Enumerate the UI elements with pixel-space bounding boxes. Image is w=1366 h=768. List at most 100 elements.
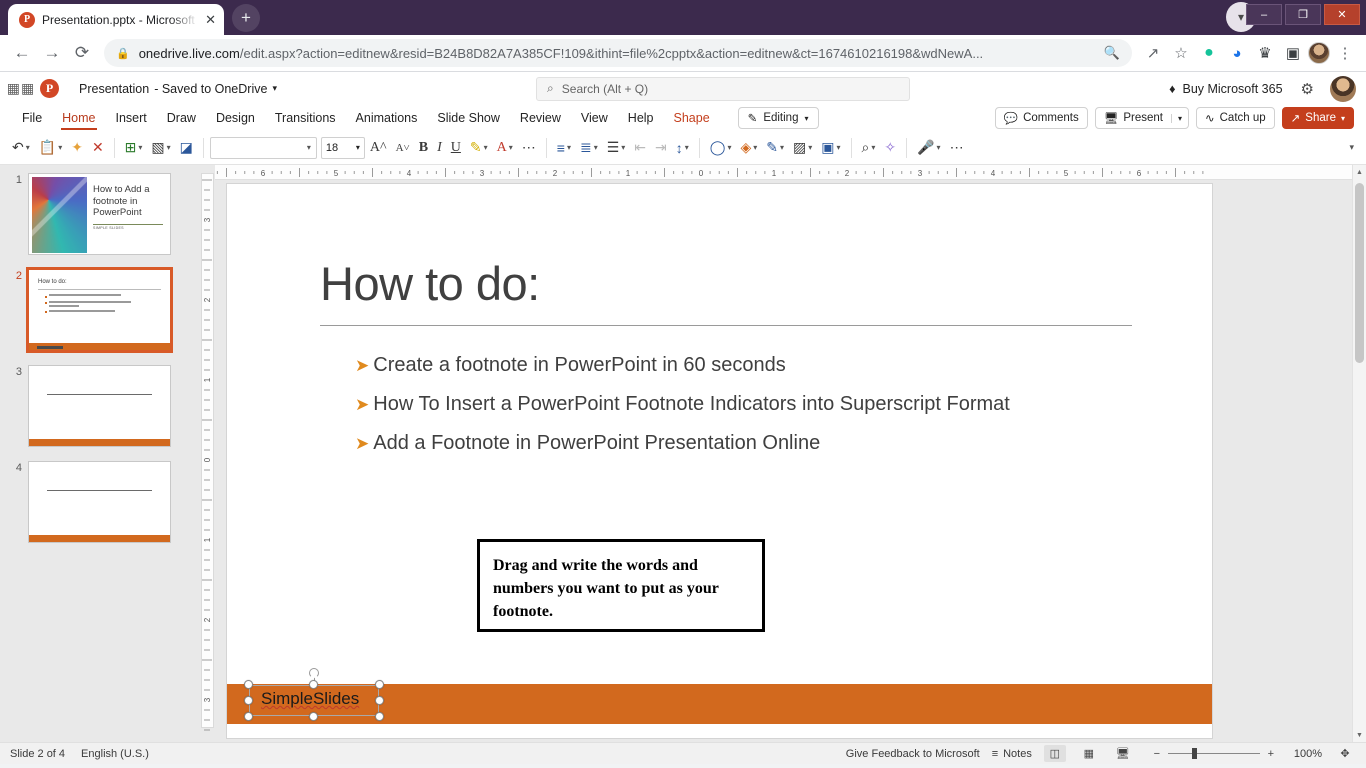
gear-icon[interactable]: ⚙ xyxy=(1301,80,1314,98)
resize-handle-s[interactable] xyxy=(309,712,318,721)
resize-handle-w[interactable] xyxy=(244,695,253,705)
dictate-microphone-icon[interactable]: 🎤 ▾ xyxy=(913,135,944,161)
resize-handle-nw[interactable] xyxy=(244,680,253,689)
align-left-icon[interactable]: ☰ ▾ xyxy=(603,135,630,161)
kebab-menu-icon[interactable]: ⋮ xyxy=(1332,40,1358,66)
slide-body-placeholder[interactable]: ➤ Create a footnote in PowerPoint in 60 … xyxy=(355,354,1135,471)
slide-thumbnail-2[interactable]: How to do: xyxy=(26,267,173,353)
resize-handle-ne[interactable] xyxy=(375,680,384,689)
arrange-icon[interactable]: ▣ ▾ xyxy=(817,135,844,161)
font-size-input[interactable]: 18 ▾ xyxy=(320,136,365,159)
slide-thumbnail-1[interactable]: How to Add a footnote in PowerPoint SIMP… xyxy=(28,173,171,255)
slide-indicator[interactable]: Slide 2 of 4 xyxy=(10,748,65,760)
puzzle-piece-icon[interactable]: ♛ xyxy=(1252,40,1278,66)
zoom-slider[interactable]: − + xyxy=(1146,745,1282,762)
notes-button[interactable]: ≡ Notes xyxy=(992,748,1032,760)
resize-handle-se[interactable] xyxy=(375,712,384,721)
slide-thumbnail-3[interactable] xyxy=(28,365,171,447)
text-highlight-icon[interactable]: ✎ ▾ xyxy=(466,135,492,161)
tab-transitions[interactable]: Transitions xyxy=(265,108,346,129)
editing-mode-button[interactable]: ✎ Editing ▾ xyxy=(737,107,819,129)
slide-thumbnail-pane[interactable]: 1 How to Add a footnote in PowerPoint SI… xyxy=(0,165,199,742)
line-spacing-icon[interactable]: ↕ ▾ xyxy=(672,135,693,161)
present-button[interactable]: 🖥 Present ▾ xyxy=(1094,107,1189,129)
reset-slide-icon[interactable]: ◪ xyxy=(176,135,197,161)
fit-to-window-icon[interactable]: ✥ xyxy=(1334,745,1356,762)
resize-handle-n[interactable] xyxy=(309,680,318,689)
slide-sorter-icon[interactable]: ▦ xyxy=(1078,745,1100,762)
profile-avatar[interactable] xyxy=(1308,42,1330,64)
tab-shape[interactable]: Shape xyxy=(664,108,720,129)
normal-view-icon[interactable]: ◫ xyxy=(1043,745,1066,762)
tab-home[interactable]: Home xyxy=(52,108,105,130)
new-slide-icon[interactable]: ⊞ ▾ xyxy=(121,135,147,161)
side-panel-icon[interactable]: ▣ xyxy=(1280,40,1306,66)
cut-x-icon[interactable]: ✕ xyxy=(88,135,108,161)
buy-microsoft-365-button[interactable]: ♦ Buy Microsoft 365 xyxy=(1169,82,1282,96)
thumbnail-row-4[interactable]: 4 xyxy=(0,461,199,543)
comments-button[interactable]: 💬 Comments xyxy=(994,107,1088,129)
font-name-input[interactable]: ▾ xyxy=(209,136,317,159)
grammarly-icon[interactable]: ● xyxy=(1196,40,1222,66)
chevron-down-icon[interactable]: ▾ xyxy=(272,83,277,94)
slide-editor-area[interactable]: 6 5 4 3 2 1 0 1 2 3 4 5 6 How to do: ➤ Create a foot… xyxy=(215,165,1366,742)
ellipsis-icon[interactable]: ⋯ xyxy=(946,135,968,161)
tab-help[interactable]: Help xyxy=(618,108,664,129)
tab-insert[interactable]: Insert xyxy=(106,108,157,129)
undo-icon[interactable]: ↶ ▾ xyxy=(8,135,34,161)
chevron-down-icon[interactable]: ▾ xyxy=(307,143,311,152)
bullet-item-1[interactable]: ➤ Create a footnote in PowerPoint in 60 … xyxy=(355,354,1135,378)
reload-icon[interactable]: ⟳ xyxy=(68,39,96,67)
share-icon[interactable]: ↗ xyxy=(1140,40,1166,66)
zoom-knob[interactable] xyxy=(1191,748,1197,759)
feedback-link[interactable]: Give Feedback to Microsoft xyxy=(846,748,980,760)
grow-font-icon[interactable]: A^ xyxy=(366,135,391,161)
browser-tab-presentation[interactable]: P Presentation.pptx - Microsoft Pow ✕ xyxy=(8,4,224,35)
slide-layout-icon[interactable]: ▧ ▾ xyxy=(147,135,174,161)
zoom-track[interactable] xyxy=(1167,748,1260,759)
plus-icon[interactable]: + xyxy=(232,4,260,32)
shape-fill-icon[interactable]: ◈ ▾ xyxy=(736,135,761,161)
bullet-item-3[interactable]: ➤ Add a Footnote in PowerPoint Presentat… xyxy=(355,432,1135,456)
increase-indent-icon[interactable]: ⇥ xyxy=(651,135,671,161)
bullet-list-icon[interactable]: ≡ ▾ xyxy=(553,135,575,161)
zoom-out-button[interactable]: − xyxy=(1146,745,1168,762)
tab-design[interactable]: Design xyxy=(206,108,265,129)
underline-button[interactable]: U xyxy=(447,135,465,161)
bullet-item-2[interactable]: ➤ How To Insert a PowerPoint Footnote In… xyxy=(355,393,1135,417)
scrollbar-thumb[interactable] xyxy=(1355,183,1364,363)
textbox-text[interactable]: SimpleSlides xyxy=(261,689,359,709)
cast-icon[interactable]: ◕ xyxy=(1224,40,1250,66)
app-launcher-icon[interactable]: ▦▦ xyxy=(7,80,34,98)
find-icon[interactable]: ⌕ ▾ xyxy=(858,135,880,161)
shrink-font-icon[interactable]: A˅ xyxy=(392,135,414,161)
numbered-list-icon[interactable]: ≣ ▾ xyxy=(576,135,602,161)
tab-review[interactable]: Review xyxy=(510,108,571,129)
tab-file[interactable]: File xyxy=(12,108,52,129)
format-painter-icon[interactable]: ✦ xyxy=(67,135,87,161)
rotate-handle[interactable] xyxy=(309,668,319,678)
selected-text-box[interactable]: SimpleSlides xyxy=(244,668,384,721)
italic-button[interactable]: I xyxy=(433,135,446,161)
star-icon[interactable]: ☆ xyxy=(1168,40,1194,66)
tab-animations[interactable]: Animations xyxy=(346,108,428,129)
font-color-icon[interactable]: A ▾ xyxy=(493,135,517,161)
shapes-icon[interactable]: ◯ ▾ xyxy=(706,135,736,161)
scroll-up-arrow-icon[interactable]: ▲ xyxy=(1353,165,1366,179)
catch-up-button[interactable]: ∿ Catch up xyxy=(1195,107,1275,129)
zoom-out-icon[interactable]: 🔍 xyxy=(1104,45,1120,61)
shape-effects-icon[interactable]: ▨ ▾ xyxy=(789,135,816,161)
ellipsis-icon[interactable]: ⋯ xyxy=(518,135,540,161)
close-button[interactable]: ✕ xyxy=(1324,4,1360,25)
reading-view-icon[interactable]: 🖥 xyxy=(1112,745,1134,762)
slide-title[interactable]: How to do: xyxy=(320,256,540,311)
resize-handle-e[interactable] xyxy=(375,695,384,705)
maximize-button[interactable]: ❐ xyxy=(1285,4,1321,25)
resize-handle-sw[interactable] xyxy=(244,712,253,721)
zoom-in-button[interactable]: + xyxy=(1260,745,1282,762)
document-title[interactable]: Presentation - Saved to OneDrive ▾ xyxy=(79,82,277,96)
close-icon[interactable]: ✕ xyxy=(205,13,216,26)
slide-canvas[interactable]: How to do: ➤ Create a footnote in PowerP… xyxy=(227,184,1212,738)
chevron-down-icon[interactable]: ▾ xyxy=(1170,113,1188,123)
scroll-down-arrow-icon[interactable]: ▼ xyxy=(1353,728,1366,742)
